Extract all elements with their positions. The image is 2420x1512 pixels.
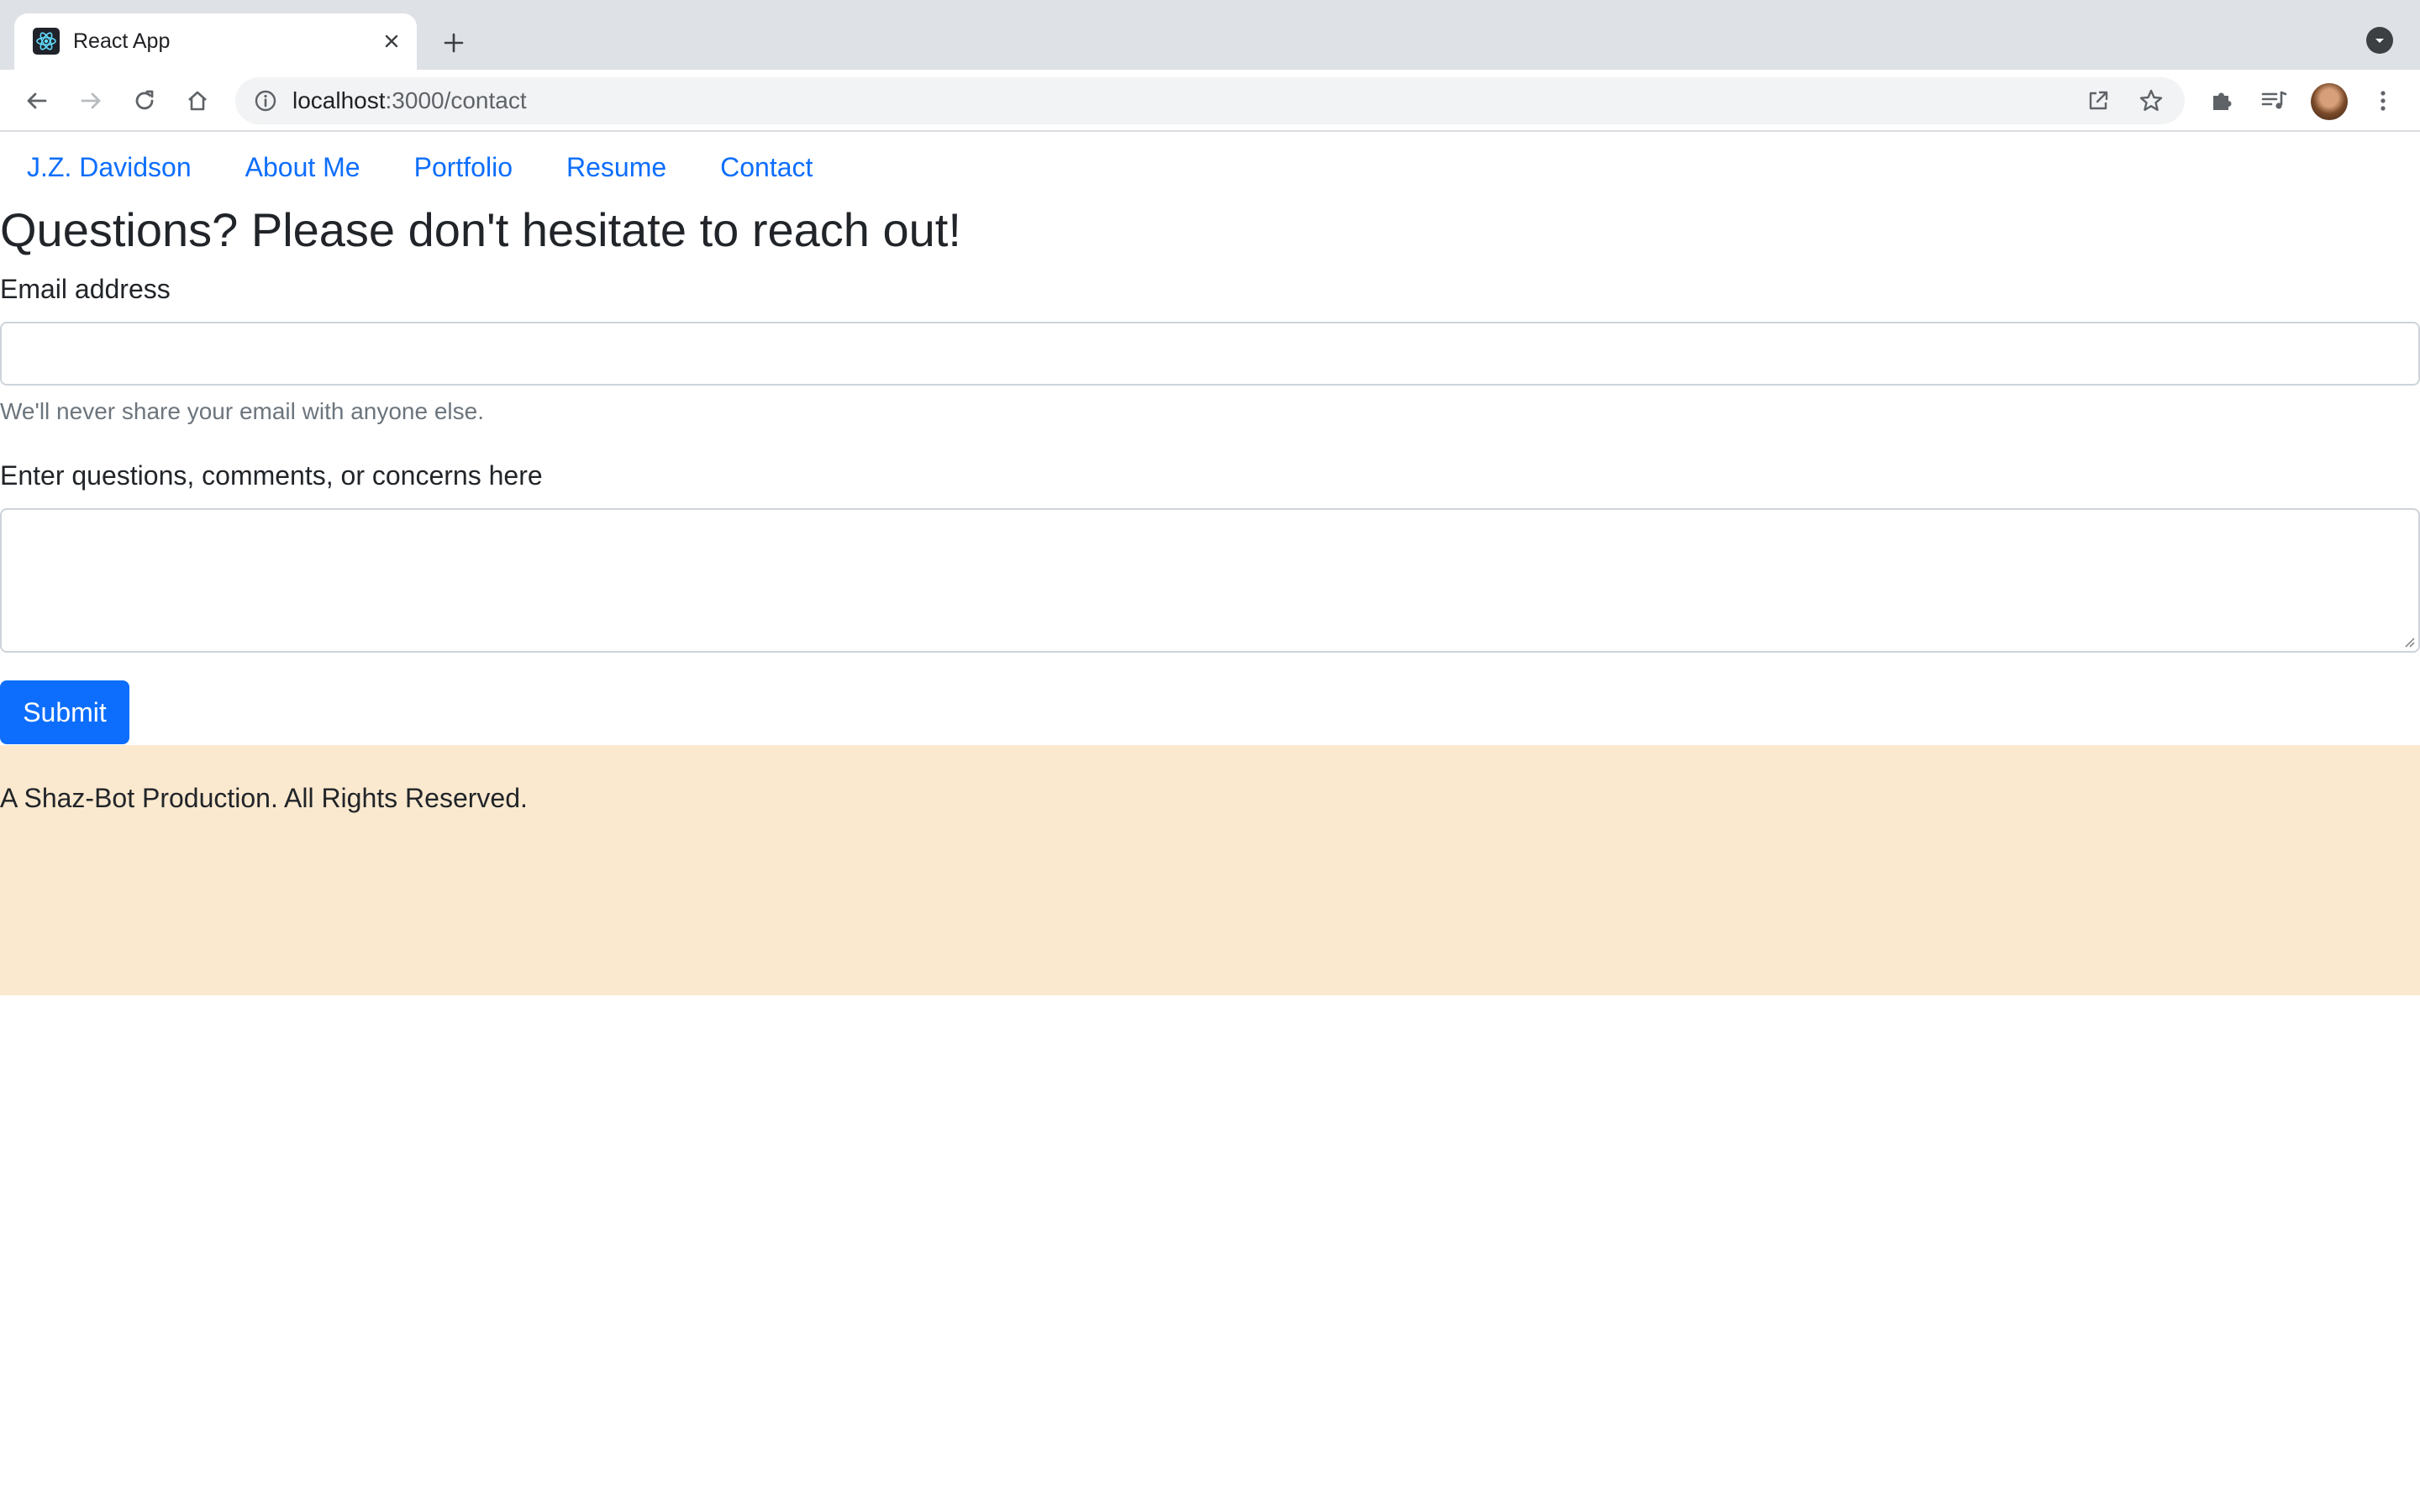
nav-link-about[interactable]: About Me <box>218 150 387 184</box>
browser-toolbar: localhost:3000/contact <box>0 70 2420 132</box>
new-tab-icon[interactable] <box>437 26 471 60</box>
address-bar[interactable]: localhost:3000/contact <box>235 77 2185 124</box>
tab-search-icon[interactable] <box>2366 27 2393 54</box>
tab-title: React App <box>73 29 171 53</box>
arrow-right-icon[interactable] <box>74 84 108 118</box>
avatar[interactable] <box>2311 83 2348 120</box>
home-icon[interactable] <box>181 84 214 118</box>
puzzle-icon[interactable] <box>2205 84 2238 118</box>
footer-text: A Shaz-Bot Production. All Rights Reserv… <box>0 783 528 813</box>
arrow-left-icon[interactable] <box>20 84 54 118</box>
nav-link-contact[interactable]: Contact <box>693 150 839 184</box>
email-field[interactable] <box>0 322 2420 386</box>
nav-link-resume[interactable]: Resume <box>539 150 693 184</box>
star-icon[interactable] <box>2136 86 2166 116</box>
message-label: Enter questions, comments, or concerns h… <box>0 460 543 491</box>
site-navbar: J.Z. Davidson About Me Portfolio Resume … <box>0 134 839 201</box>
email-help-text: We'll never share your email with anyone… <box>0 398 484 424</box>
page-title: Questions? Please don't hesitate to reac… <box>0 203 961 256</box>
info-icon[interactable] <box>252 87 279 114</box>
reload-icon[interactable] <box>128 84 161 118</box>
submit-button[interactable]: Submit <box>0 680 129 744</box>
page-content: J.Z. Davidson About Me Portfolio Resume … <box>0 134 2420 1512</box>
browser-tab-strip: React App <box>0 0 2420 70</box>
url-host: localhost <box>292 87 386 113</box>
browser-tab[interactable]: React App <box>14 13 417 70</box>
kebab-menu-icon[interactable] <box>2366 84 2400 118</box>
url-path: :3000/contact <box>385 87 527 113</box>
close-icon[interactable] <box>377 27 406 55</box>
resize-grip-icon[interactable] <box>2402 634 2415 648</box>
site-footer: A Shaz-Bot Production. All Rights Reserv… <box>0 745 2420 995</box>
email-label: Email address <box>0 274 171 304</box>
media-queue-icon[interactable] <box>2257 84 2291 118</box>
react-logo-icon <box>33 28 60 55</box>
nav-link-portfolio[interactable]: Portfolio <box>387 150 539 184</box>
message-textarea[interactable] <box>0 508 2420 653</box>
address-url: localhost:3000/contact <box>292 87 527 114</box>
open-external-icon[interactable] <box>2083 86 2113 116</box>
nav-link-brand[interactable]: J.Z. Davidson <box>0 150 218 184</box>
